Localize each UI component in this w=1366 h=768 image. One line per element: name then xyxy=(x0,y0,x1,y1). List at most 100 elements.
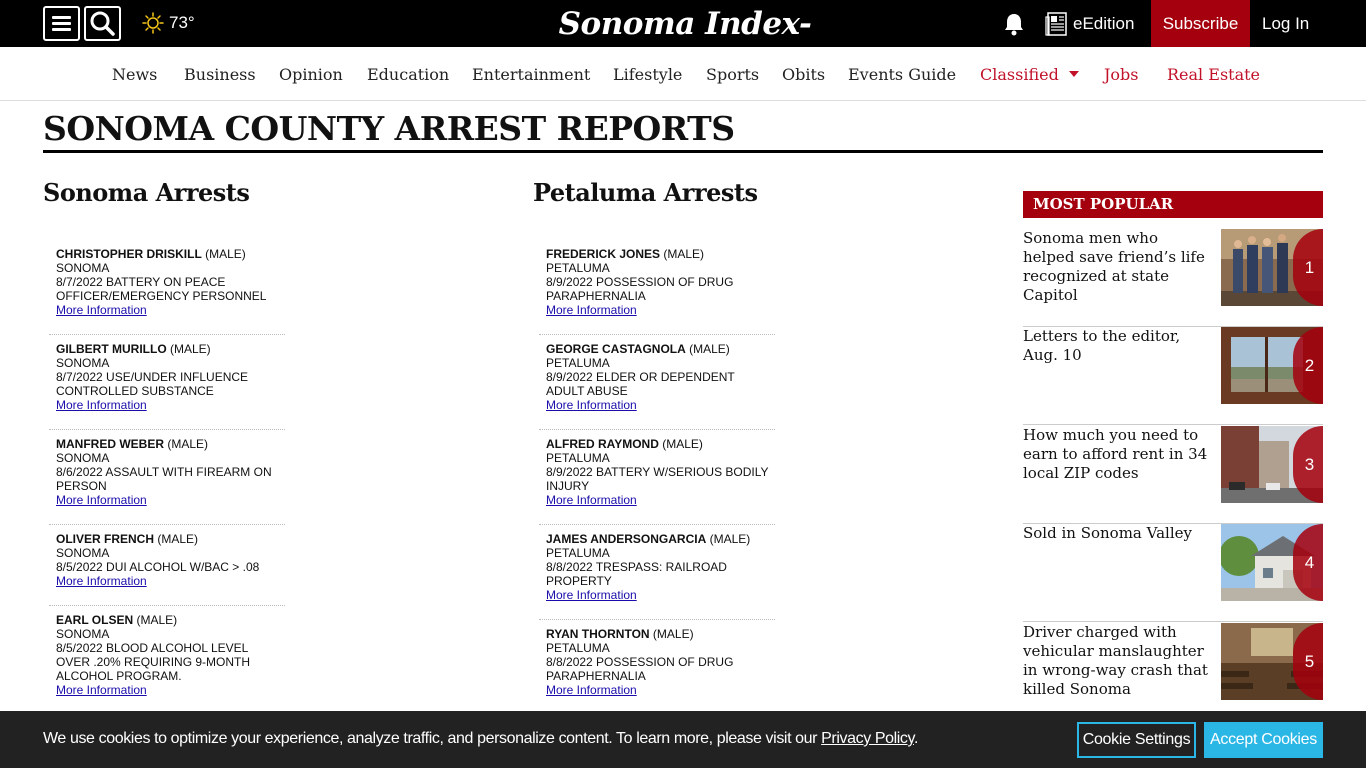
popular-item[interactable]: How much you need to earn to afford rent… xyxy=(1023,426,1323,524)
privacy-policy-link[interactable]: Privacy Policy xyxy=(821,730,914,747)
popular-item[interactable]: Sold in Sonoma Valley 4 xyxy=(1023,524,1323,622)
hamburger-icon-line xyxy=(52,28,71,31)
arrest-charge: 8/8/2022 TRESPASS: RAILROAD PROPERTY xyxy=(546,560,727,588)
notifications-button[interactable] xyxy=(1003,12,1025,41)
arrest-sex: (MALE) xyxy=(154,532,199,546)
arrest-item: EARL OLSEN (MALE) SONOMA 8/5/2022 BLOOD … xyxy=(49,606,285,701)
arrest-sex: (MALE) xyxy=(649,627,694,641)
arrest-name: CHRISTOPHER DRISKILL xyxy=(56,247,202,261)
nav-item-opinion[interactable]: Opinion xyxy=(279,47,343,101)
popular-item[interactable]: Sonoma men who helped save friend’s life… xyxy=(1023,229,1323,327)
more-information-link[interactable]: More Information xyxy=(56,398,285,412)
login-link[interactable]: Log In xyxy=(1262,0,1309,47)
arrest-city: PETALUMA xyxy=(546,451,610,465)
popular-item-title[interactable]: How much you need to earn to afford rent… xyxy=(1023,426,1211,483)
subscribe-button[interactable]: Subscribe xyxy=(1151,0,1250,47)
arrest-sex: (MALE) xyxy=(706,532,751,546)
arrest-city: SONOMA xyxy=(56,451,110,465)
arrest-name: ALFRED RAYMOND xyxy=(546,437,659,451)
arrest-charge: 8/7/2022 USE/UNDER INFLUENCE CONTROLLED … xyxy=(56,370,249,398)
arrest-item: GEORGE CASTAGNOLA (MALE) PETALUMA 8/9/20… xyxy=(539,335,775,430)
nav-item-jobs[interactable]: Jobs xyxy=(1104,47,1139,101)
sonoma-arrests-heading: Sonoma Arrests xyxy=(43,178,250,207)
nav-item-classified[interactable]: Classified xyxy=(980,47,1059,101)
nav-item-news[interactable]: News xyxy=(112,47,157,101)
arrest-charge: 8/9/2022 POSSESSION OF DRUG PARAPHERNALI… xyxy=(546,275,734,303)
nav-item-lifestyle[interactable]: Lifestyle xyxy=(613,47,682,101)
arrest-item: OLIVER FRENCH (MALE) SONOMA 8/5/2022 DUI… xyxy=(49,525,285,606)
more-information-link[interactable]: More Information xyxy=(546,493,775,507)
arrest-sex: (MALE) xyxy=(201,247,246,261)
arrest-item: RYAN THORNTON (MALE) PETALUMA 8/8/2022 P… xyxy=(539,620,775,715)
more-information-link[interactable]: More Information xyxy=(56,303,285,317)
popular-item[interactable]: Driver charged with vehicular manslaught… xyxy=(1023,623,1323,721)
arrest-name: GEORGE CASTAGNOLA xyxy=(546,342,686,356)
arrest-name: JAMES ANDERSONGARCIA xyxy=(546,532,707,546)
nav-item-events-guide[interactable]: Events Guide xyxy=(848,47,956,101)
arrest-city: SONOMA xyxy=(56,546,110,560)
accept-cookies-button[interactable]: Accept Cookies xyxy=(1204,722,1323,758)
nav-item-real-estate[interactable]: Real Estate xyxy=(1167,47,1260,101)
arrest-charge: 8/5/2022 BLOOD ALCOHOL LEVEL OVER .20% R… xyxy=(56,641,251,683)
arrest-charge: 8/6/2022 ASSAULT WITH FIREARM ON PERSON xyxy=(56,465,272,493)
arrest-city: SONOMA xyxy=(56,356,110,370)
popular-item-thumbnail[interactable]: 5 xyxy=(1221,623,1323,700)
arrest-name: GILBERT MURILLO xyxy=(56,342,167,356)
nav-item-business[interactable]: Business xyxy=(184,47,256,101)
search-button[interactable] xyxy=(84,6,121,41)
more-information-link[interactable]: More Information xyxy=(546,303,775,317)
arrest-item: CHRISTOPHER DRISKILL (MALE) SONOMA 8/7/2… xyxy=(49,240,285,335)
popular-item[interactable]: Letters to the editor, Aug. 10 2 xyxy=(1023,327,1323,425)
arrest-city: PETALUMA xyxy=(546,356,610,370)
popular-item-title[interactable]: Sold in Sonoma Valley xyxy=(1023,524,1211,543)
arrest-charge: 8/9/2022 ELDER OR DEPENDENT ADULT ABUSE xyxy=(546,370,735,398)
menu-button[interactable] xyxy=(43,6,80,41)
popular-item-thumbnail[interactable]: 1 xyxy=(1221,229,1323,306)
more-information-link[interactable]: More Information xyxy=(56,574,285,588)
popular-item-thumbnail[interactable]: 3 xyxy=(1221,426,1323,503)
chevron-down-icon[interactable] xyxy=(1069,71,1079,77)
arrest-charge: 8/8/2022 POSSESSION OF DRUG PARAPHERNALI… xyxy=(546,655,734,683)
arrest-item: GILBERT MURILLO (MALE) SONOMA 8/7/2022 U… xyxy=(49,335,285,430)
more-information-link[interactable]: More Information xyxy=(546,683,775,697)
weather-temp: 73° xyxy=(169,13,195,32)
petaluma-arrest-list: FREDERICK JONES (MALE) PETALUMA 8/9/2022… xyxy=(539,240,775,715)
arrest-item: MANFRED WEBER (MALE) SONOMA 8/6/2022 ASS… xyxy=(49,430,285,525)
arrest-charge: 8/7/2022 BATTERY ON PEACE OFFICER/EMERGE… xyxy=(56,275,267,303)
arrest-sex: (MALE) xyxy=(685,342,730,356)
nav-item-obits[interactable]: Obits xyxy=(782,47,825,101)
arrest-item: ALFRED RAYMOND (MALE) PETALUMA 8/9/2022 … xyxy=(539,430,775,525)
sun-icon xyxy=(142,12,164,34)
arrest-name: EARL OLSEN xyxy=(56,613,134,627)
more-information-link[interactable]: More Information xyxy=(546,398,775,412)
more-information-link[interactable]: More Information xyxy=(56,683,285,697)
popular-item-title[interactable]: Driver charged with vehicular manslaught… xyxy=(1023,623,1211,699)
popular-item-thumbnail[interactable]: 4 xyxy=(1221,524,1323,601)
cookie-banner: We use cookies to optimize your experien… xyxy=(0,711,1366,768)
top-bar: 73° Sonoma Index-Tribune eEdition Subscr… xyxy=(0,0,1366,82)
popular-item-title[interactable]: Sonoma men who helped save friend’s life… xyxy=(1023,229,1211,305)
arrest-item: JAMES ANDERSONGARCIA (MALE) PETALUMA 8/8… xyxy=(539,525,775,620)
nav-item-education[interactable]: Education xyxy=(367,47,449,101)
bell-icon xyxy=(1005,14,1023,36)
more-information-link[interactable]: More Information xyxy=(546,588,775,602)
more-information-link[interactable]: More Information xyxy=(56,493,285,507)
arrest-city: PETALUMA xyxy=(546,641,610,655)
nav-item-sports[interactable]: Sports xyxy=(706,47,759,101)
arrest-city: PETALUMA xyxy=(546,546,610,560)
arrest-charge: 8/5/2022 DUI ALCOHOL W/BAC > .08 xyxy=(56,560,260,574)
eedition-label: eEdition xyxy=(1073,14,1135,33)
arrest-name: MANFRED WEBER xyxy=(56,437,164,451)
arrest-sex: (MALE) xyxy=(133,613,178,627)
weather-widget[interactable]: 73° xyxy=(142,11,195,35)
arrest-sex: (MALE) xyxy=(660,247,705,261)
arrest-sex: (MALE) xyxy=(166,342,211,356)
nav-item-entertainment[interactable]: Entertainment xyxy=(472,47,590,101)
popular-item-thumbnail[interactable]: 2 xyxy=(1221,327,1323,404)
most-popular-heading: MOST POPULAR xyxy=(1023,191,1323,218)
arrest-name: RYAN THORNTON xyxy=(546,627,650,641)
cookie-settings-button[interactable]: Cookie Settings xyxy=(1077,722,1196,758)
popular-item-title[interactable]: Letters to the editor, Aug. 10 xyxy=(1023,327,1211,365)
eedition-link[interactable]: eEdition xyxy=(1045,11,1134,37)
cookie-message: We use cookies to optimize your experien… xyxy=(43,730,918,748)
